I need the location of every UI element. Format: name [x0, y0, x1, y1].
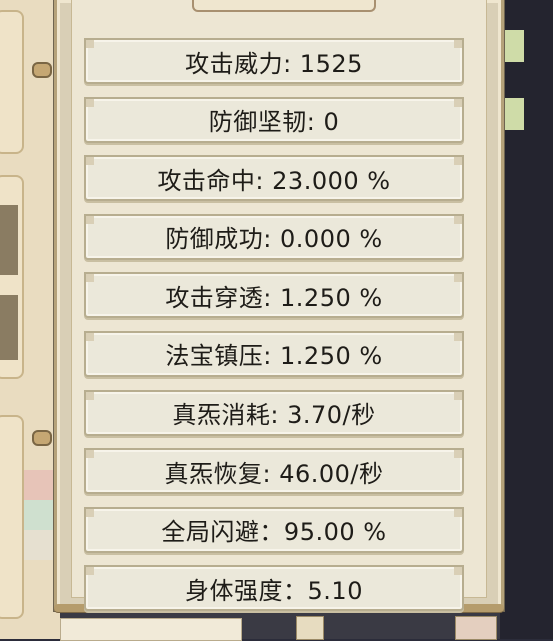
- hinge-knob-icon: [32, 430, 52, 446]
- stat-text: 攻击命中: 23.000 %: [157, 166, 391, 195]
- stat-text: 全局闪避：95.00 %: [161, 518, 387, 547]
- bg-card: [0, 415, 24, 619]
- stat-attack-power: 攻击威力: 1525: [84, 38, 464, 84]
- stat-defense-success: 防御成功: 0.000 %: [84, 213, 464, 260]
- stat-defense-toughness: 防御坚韧: 0: [84, 96, 464, 143]
- stat-text: 真炁消耗: 3.70/秒: [172, 401, 376, 430]
- stat-global-dodge: 全局闪避：95.00 %: [84, 506, 464, 553]
- stat-qi-consumption: 真炁消耗: 3.70/秒: [84, 389, 464, 436]
- stat-text: 攻击威力: 1525: [185, 49, 363, 78]
- stat-text: 攻击穿透: 1.250 %: [165, 283, 383, 312]
- hinge-knob-icon: [32, 62, 52, 78]
- stat-text: 身体强度：5.10: [185, 576, 363, 605]
- stat-hit-rate: 攻击命中: 23.000 %: [84, 155, 464, 202]
- panel-title-tab: [192, 0, 376, 12]
- stat-text: 防御成功: 0.000 %: [165, 225, 383, 254]
- stat-qi-recovery: 真炁恢复: 46.00/秒: [84, 448, 464, 495]
- bg-card: [0, 10, 24, 154]
- stat-text: 真炁恢复: 46.00/秒: [164, 459, 384, 488]
- stat-text: 法宝镇压: 1.250 %: [165, 342, 383, 371]
- bg-slot: [0, 295, 18, 360]
- stat-treasure-suppression: 法宝镇压: 1.250 %: [84, 330, 464, 377]
- stat-body-strength: 身体强度：5.10: [84, 565, 464, 612]
- stat-penetration: 攻击穿透: 1.250 %: [84, 272, 464, 319]
- bg-slot: [0, 205, 18, 275]
- stats-list: 攻击威力: 1525 防御坚韧: 0 攻击命中: 23.000 % 防御成功: …: [84, 38, 464, 624]
- stat-text: 防御坚韧: 0: [208, 108, 340, 137]
